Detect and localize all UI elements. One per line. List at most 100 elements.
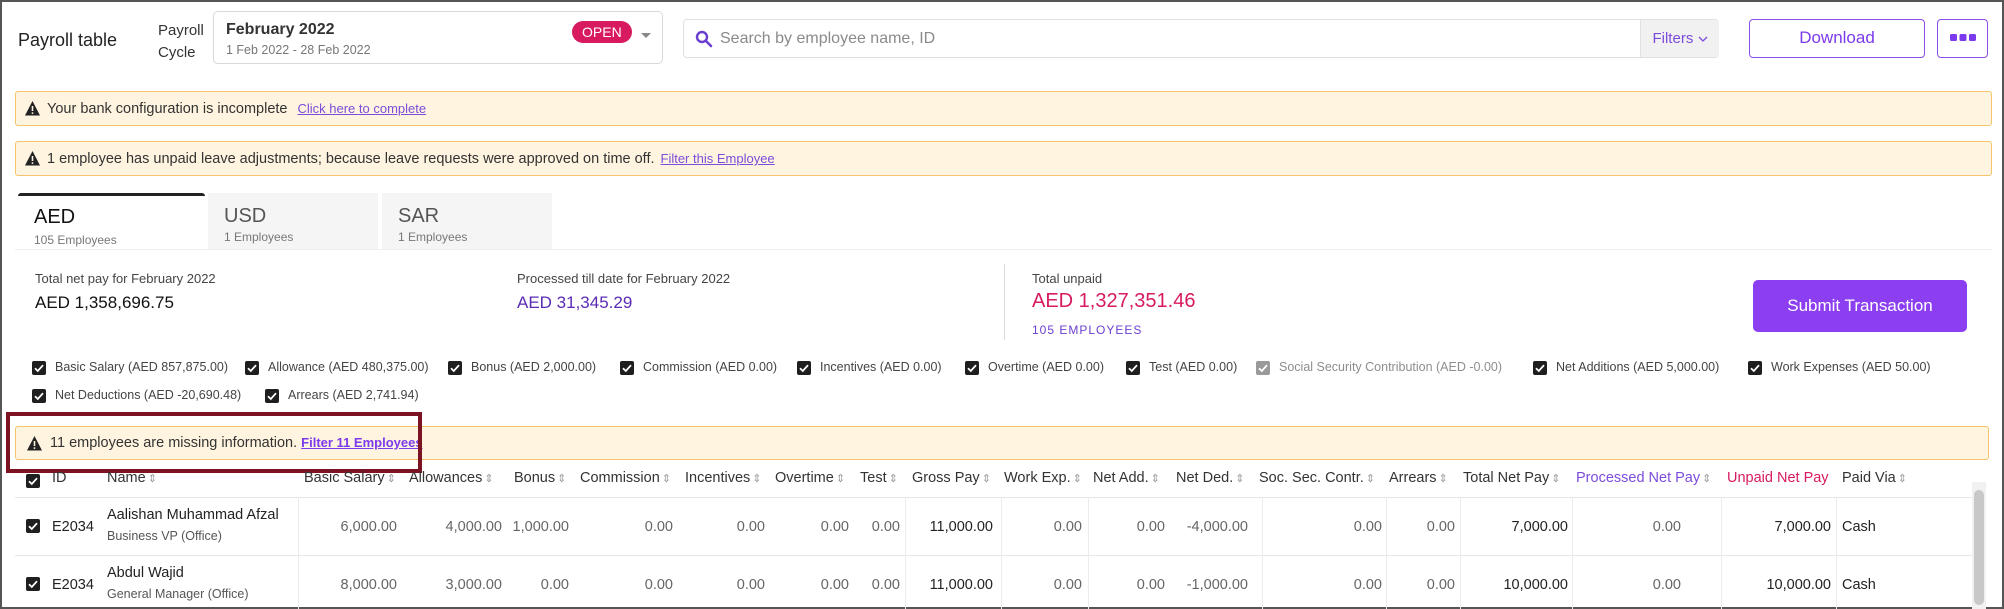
warning-icon	[25, 101, 40, 116]
table-scrollbar[interactable]	[1972, 482, 1986, 609]
filters-button[interactable]: Filters	[1640, 20, 1719, 57]
bank-alert-link[interactable]: Click here to complete	[297, 101, 426, 116]
table-cell: 1,000.00	[512, 519, 569, 535]
payroll-cycle-label: Payroll Cycle	[158, 22, 204, 61]
tab-employee-count: 105 Employees	[34, 233, 117, 247]
checkbox-checked-icon[interactable]	[448, 361, 462, 375]
sort-icon[interactable]: ⇕	[387, 473, 396, 485]
column-header-label: Total Net Pay	[1463, 470, 1550, 486]
sort-icon[interactable]: ⇕	[557, 473, 566, 485]
column-header[interactable]: Bonus ⇕	[514, 470, 566, 494]
component-label: Net Additions (AED 5,000.00)	[1556, 360, 1720, 374]
column-header[interactable]: Net Ded. ⇕	[1176, 470, 1244, 494]
sort-icon[interactable]: ⇕	[1439, 473, 1448, 485]
column-header[interactable]: Allowances ⇕	[409, 470, 494, 494]
column-header-label: Processed Net Pay	[1576, 470, 1701, 486]
employee-name[interactable]: Abdul Wajid	[107, 565, 184, 581]
row-checkbox[interactable]	[26, 577, 40, 591]
sort-icon[interactable]: ⇕	[148, 473, 157, 485]
column-header[interactable]: Processed Net Pay ⇕	[1576, 470, 1711, 494]
checkbox-checked-icon[interactable]	[245, 361, 259, 375]
sort-icon[interactable]: ⇕	[1366, 473, 1375, 485]
column-header[interactable]: Net Add. ⇕	[1093, 470, 1160, 494]
column-header[interactable]: Name ⇕	[107, 470, 157, 494]
component-label: Social Security Contribution (AED -0.00)	[1279, 360, 1503, 374]
tab-currency: SAR	[398, 205, 440, 227]
column-header[interactable]: ID	[52, 470, 67, 494]
sort-icon[interactable]: ⇕	[836, 473, 845, 485]
select-all-checkbox[interactable]	[26, 474, 40, 488]
sort-icon[interactable]: ⇕	[889, 473, 898, 485]
column-header[interactable]: Test ⇕	[860, 470, 898, 494]
checkbox-checked-icon[interactable]	[797, 361, 811, 375]
tab-usd[interactable]: USD 1 Employees	[208, 193, 378, 249]
checkbox-checked-icon[interactable]	[1126, 361, 1140, 375]
sort-icon[interactable]: ⇕	[1151, 473, 1160, 485]
column-header-label: Paid Via	[1842, 470, 1896, 486]
component-label: Net Deductions (AED -20,690.48)	[55, 388, 242, 402]
tabs-divider	[15, 249, 1992, 250]
sort-icon[interactable]: ⇕	[752, 473, 761, 485]
sort-icon[interactable]: ⇕	[1551, 473, 1560, 485]
unpaid-employee-count[interactable]: 105 EMPLOYEES	[1032, 323, 1142, 337]
column-header-label: Soc. Sec. Contr.	[1259, 470, 1364, 486]
summary-divider	[1004, 264, 1005, 340]
component-label: Arrears (AED 2,741.94)	[288, 388, 419, 402]
sort-icon[interactable]: ⇕	[1702, 473, 1711, 485]
sort-icon[interactable]: ⇕	[1073, 473, 1082, 485]
table-cell: 7,000.00	[1774, 519, 1831, 535]
warning-icon	[25, 151, 40, 166]
row-checkbox[interactable]	[26, 519, 40, 533]
checkbox-checked-icon[interactable]	[265, 389, 279, 403]
tab-currency: AED	[34, 206, 76, 228]
sort-icon[interactable]: ⇕	[982, 473, 991, 485]
column-header[interactable]: Soc. Sec. Contr. ⇕	[1259, 470, 1375, 494]
search-input[interactable]	[720, 21, 1620, 56]
column-header[interactable]: Arrears ⇕	[1389, 470, 1448, 494]
column-header[interactable]: Incentives ⇕	[685, 470, 762, 494]
column-header-label: Incentives	[685, 470, 751, 486]
chevron-down-icon[interactable]	[637, 26, 655, 44]
sort-icon[interactable]: ⇕	[662, 473, 671, 485]
leave-alert-link[interactable]: Filter this Employee	[661, 151, 775, 166]
column-header[interactable]: Gross Pay ⇕	[912, 470, 991, 494]
column-header[interactable]: Basic Salary ⇕	[304, 470, 396, 494]
checkbox-checked-icon[interactable]	[620, 361, 634, 375]
column-header[interactable]: Overtime ⇕	[775, 470, 845, 494]
column-header[interactable]: Total Net Pay ⇕	[1463, 470, 1560, 494]
tab-sar[interactable]: SAR 1 Employees	[382, 193, 552, 249]
column-header-label: Commission	[580, 470, 660, 486]
component-label: Overtime (AED 0.00)	[988, 360, 1105, 374]
scrollbar-thumb[interactable]	[1974, 490, 1984, 605]
component-label: Work Expenses (AED 50.00)	[1771, 360, 1931, 374]
submit-transaction-button[interactable]: Submit Transaction	[1753, 280, 1967, 332]
column-header[interactable]: Work Exp. ⇕	[1004, 470, 1082, 494]
search-icon	[695, 30, 713, 48]
column-header[interactable]: Unpaid Net Pay	[1727, 470, 1829, 494]
cycle-status-badge: OPEN	[572, 21, 632, 43]
more-options-button[interactable]	[1937, 19, 1988, 58]
column-header-label: Unpaid Net Pay	[1727, 470, 1829, 486]
tab-aed[interactable]: AED 105 Employees	[18, 193, 205, 249]
tab-employee-count: 1 Employees	[224, 230, 294, 244]
sort-icon[interactable]: ⇕	[484, 473, 493, 485]
column-header[interactable]: Commission ⇕	[580, 470, 671, 494]
checkbox-checked-icon[interactable]	[1748, 361, 1762, 375]
column-header[interactable]: Paid Via ⇕	[1842, 470, 1907, 494]
employee-name[interactable]: Aalishan Muhammad Afzal	[107, 507, 279, 523]
download-button[interactable]: Download	[1749, 19, 1925, 58]
table-column-divider	[1262, 497, 1263, 609]
sort-icon[interactable]: ⇕	[1235, 473, 1244, 485]
processed-value: AED 31,345.29	[517, 293, 633, 312]
checkbox-checked-icon[interactable]	[1533, 361, 1547, 375]
table-cell: 0.00	[540, 577, 569, 593]
column-header-label: Net Ded.	[1176, 470, 1234, 486]
page-title: Payroll table	[18, 30, 118, 50]
checkbox-checked-icon[interactable]	[32, 361, 46, 375]
payroll-cycle-select[interactable]: February 2022 1 Feb 2022 - 28 Feb 2022 O…	[213, 11, 663, 64]
checkbox-checked-icon[interactable]	[965, 361, 979, 375]
sort-icon[interactable]: ⇕	[1898, 473, 1907, 485]
checkbox-checked-icon[interactable]	[1256, 361, 1270, 375]
table-cell: 8,000.00	[340, 577, 397, 593]
checkbox-checked-icon[interactable]	[32, 389, 46, 403]
